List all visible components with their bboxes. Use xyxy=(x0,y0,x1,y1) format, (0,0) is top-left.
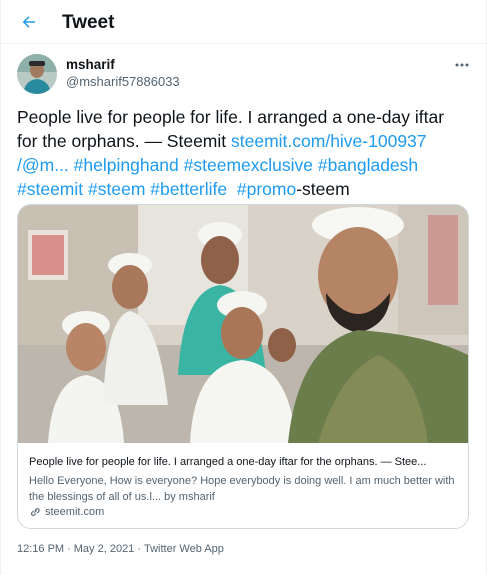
hashtag-promo[interactable]: #promo xyxy=(237,179,296,199)
tweet-page: Tweet msharif @msharif57886033 People li… xyxy=(0,0,487,575)
card-domain: steemit.com xyxy=(45,506,105,518)
tweet-source[interactable]: Twitter Web App xyxy=(144,543,224,555)
hashtag-steem[interactable]: #steem xyxy=(88,179,145,199)
arrow-left-icon xyxy=(22,16,35,28)
page-header: Tweet xyxy=(1,0,486,44)
card-domain-row: steemit.com xyxy=(29,506,104,518)
more-options-button[interactable] xyxy=(451,58,473,72)
link-icon xyxy=(30,508,40,517)
more-icon xyxy=(455,63,469,67)
tweet-meta: 12:16 PM · May 2, 2021 · Twitter Web App xyxy=(17,543,224,555)
meta-separator: · xyxy=(137,543,141,555)
tweet-link[interactable]: steemit.com/hive-100937 xyxy=(231,131,427,151)
hashtag-suffix: -steem xyxy=(296,179,350,199)
card-photo xyxy=(18,205,468,443)
hashtag-steemexclusive[interactable]: #steemexclusive xyxy=(184,155,313,175)
tweet-text-line: for the orphans. — Steemit xyxy=(17,131,231,151)
card-description: Hello Everyone, How is everyone? Hope ev… xyxy=(29,475,455,503)
tweet-date[interactable]: May 2, 2021 xyxy=(74,543,135,555)
tweet-time[interactable]: 12:16 PM xyxy=(17,543,64,555)
tweet-text: People live for people for life. I arran… xyxy=(17,105,472,201)
tweet-link-continued[interactable]: /@m... xyxy=(17,155,69,175)
hashtag-helpinghand[interactable]: #helpinghand xyxy=(74,155,179,175)
hashtag-steemit[interactable]: #steemit xyxy=(17,179,83,199)
avatar-photo xyxy=(17,54,57,94)
card-image[interactable] xyxy=(18,205,468,443)
card-title: People live for people for life. I arran… xyxy=(29,456,427,468)
hashtag-bangladesh[interactable]: #bangladesh xyxy=(318,155,418,175)
meta-separator: · xyxy=(67,543,71,555)
author-name[interactable]: msharif xyxy=(66,57,115,72)
avatar[interactable] xyxy=(17,54,57,94)
page-title: Tweet xyxy=(62,12,115,33)
back-button[interactable] xyxy=(17,10,41,34)
author-handle[interactable]: @msharif57886033 xyxy=(66,74,180,89)
link-preview-card[interactable]: People live for people for life. I arran… xyxy=(17,204,469,529)
hashtag-betterlife[interactable]: #betterlife xyxy=(150,179,227,199)
tweet-text-line: People live for people for life. I arran… xyxy=(17,107,445,127)
